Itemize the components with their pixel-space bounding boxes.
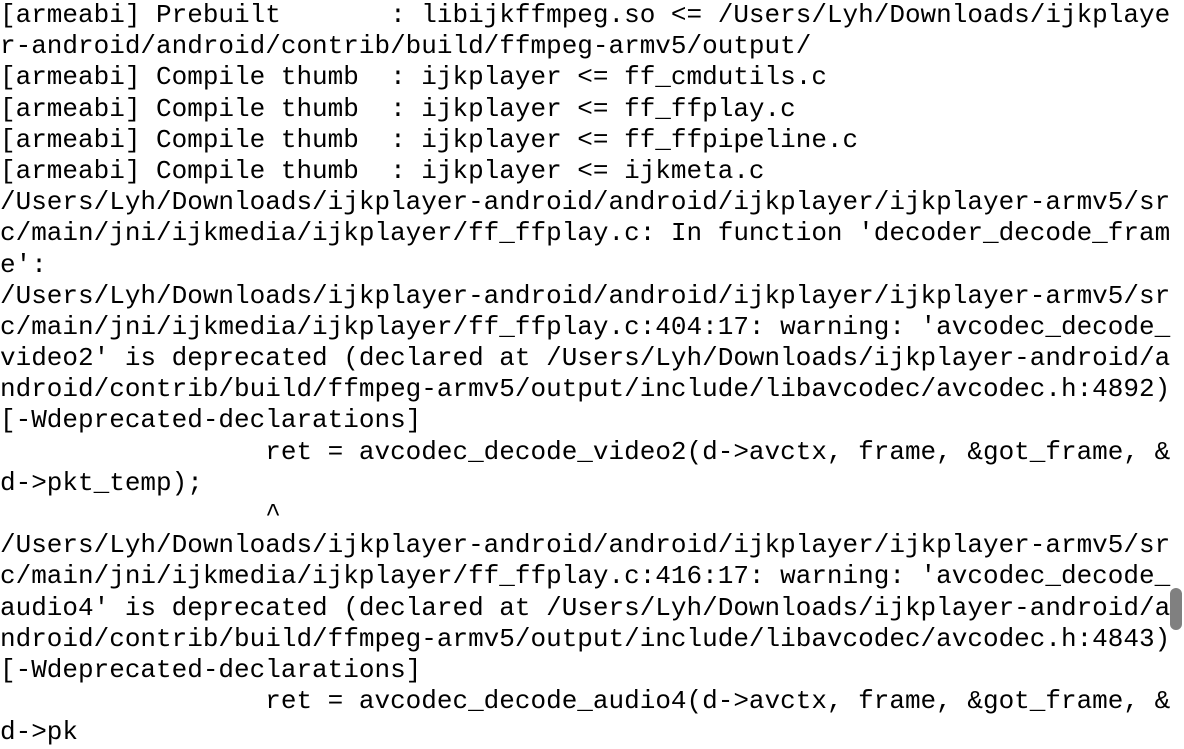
terminal-line: /Users/Lyh/Downloads/ijkplayer-android/a…: [0, 281, 1184, 436]
terminal-line: ^: [0, 499, 281, 529]
terminal-output[interactable]: [armeabi] Prebuilt : libijkffmpeg.so <= …: [0, 0, 1178, 749]
scrollbar-track[interactable]: [1170, 0, 1184, 720]
scrollbar-thumb[interactable]: [1170, 588, 1182, 630]
terminal-line: [armeabi] Compile thumb : ijkplayer <= f…: [0, 94, 796, 124]
terminal-line: /Users/Lyh/Downloads/ijkplayer-android/a…: [0, 187, 1170, 279]
terminal-line: ret = avcodec_decode_video2(d->avctx, fr…: [0, 437, 1170, 498]
terminal-line: [armeabi] Compile thumb : ijkplayer <= i…: [0, 156, 765, 186]
terminal-line: [armeabi] Compile thumb : ijkplayer <= f…: [0, 62, 827, 92]
terminal-line: [armeabi] Compile thumb : ijkplayer <= f…: [0, 125, 858, 155]
terminal-line: /Users/Lyh/Downloads/ijkplayer-android/a…: [0, 530, 1184, 685]
terminal-line: ret = avcodec_decode_audio4(d->avctx, fr…: [0, 686, 1170, 747]
terminal-line: [armeabi] Prebuilt : libijkffmpeg.so <= …: [0, 0, 1170, 61]
